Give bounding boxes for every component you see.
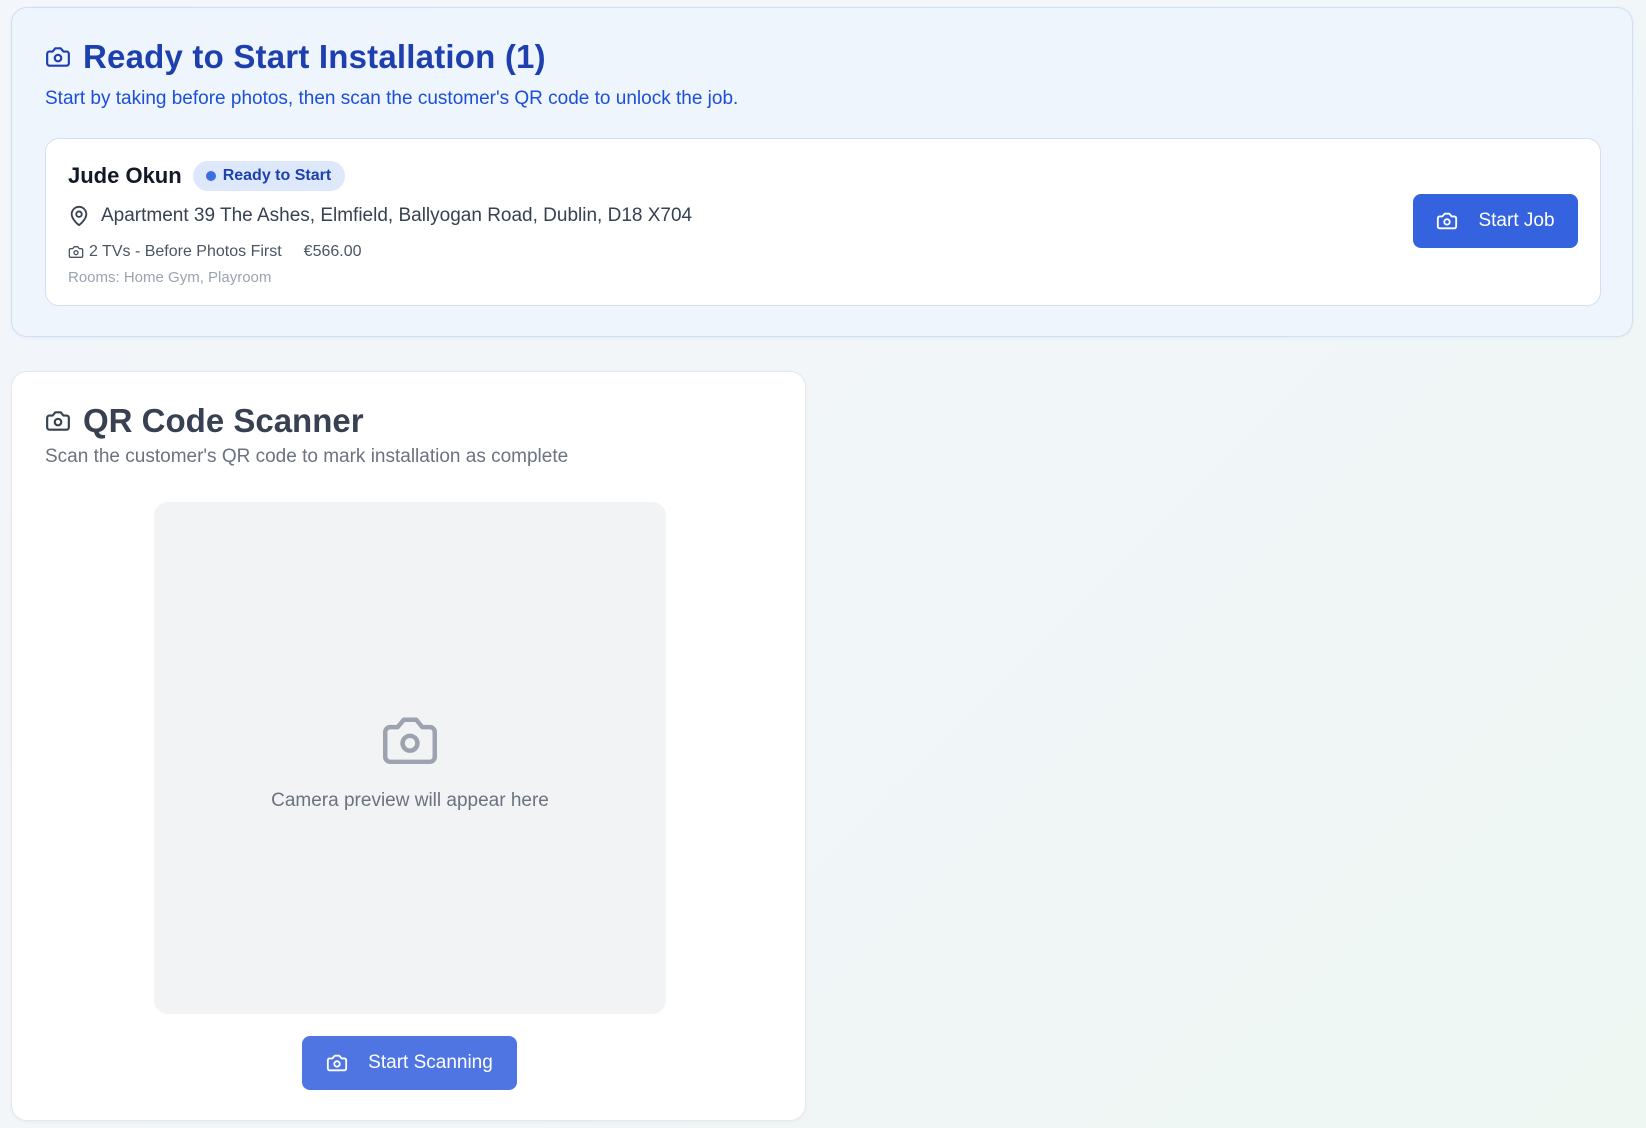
start-scanning-button-label: Start Scanning: [368, 1052, 493, 1073]
camera-icon: [68, 244, 84, 260]
customer-name: Jude Okun: [68, 163, 182, 188]
qr-scanner-card: QR Code Scanner Scan the customer's QR c…: [11, 371, 806, 1121]
start-job-button-label: Start Job: [1478, 210, 1555, 231]
start-job-button[interactable]: Start Job: [1413, 194, 1578, 248]
camera-icon: [45, 44, 71, 70]
camera-placeholder-icon: [380, 716, 440, 768]
job-price: €566.00: [303, 243, 362, 260]
page: Ready to Start Installation (1) Start by…: [0, 0, 1646, 1128]
qr-scanner-title: QR Code Scanner: [83, 402, 364, 439]
camera-icon: [45, 408, 71, 434]
qr-scanner-subtitle: Scan the customer's QR code to mark inst…: [45, 446, 569, 467]
job-address-row: Apartment 39 The Ashes, Elmfield, Ballyo…: [68, 205, 692, 227]
tv-info: 2 TVs - Before Photos First: [89, 243, 282, 260]
camera-icon: [1436, 210, 1458, 232]
job-rooms: Rooms: Home Gym, Playroom: [68, 269, 272, 286]
qr-scanner-header: QR Code Scanner: [45, 402, 364, 440]
status-badge: Ready to Start: [192, 161, 346, 191]
ready-section-subtitle: Start by taking before photos, then scan…: [45, 88, 739, 109]
camera-icon: [326, 1052, 348, 1074]
camera-preview-text: Camera preview will appear here: [271, 790, 549, 811]
ready-to-start-section: Ready to Start Installation (1) Start by…: [11, 7, 1633, 337]
job-card-header: Jude Okun Ready to Start: [68, 161, 346, 191]
camera-preview: Camera preview will appear here: [154, 502, 666, 1014]
job-address: Apartment 39 The Ashes, Elmfield, Ballyo…: [101, 205, 693, 226]
map-pin-icon: [68, 205, 90, 227]
status-badge-label: Ready to Start: [222, 167, 332, 184]
ready-section-title: Ready to Start Installation (1): [83, 38, 546, 75]
job-card: Jude Okun Ready to Start Apartment 39 Th…: [45, 138, 1601, 306]
ready-section-header: Ready to Start Installation (1): [45, 38, 546, 76]
start-scanning-button[interactable]: Start Scanning: [302, 1036, 517, 1090]
status-dot-icon: [205, 171, 216, 181]
job-details-row: 2 TVs - Before Photos First €566.00: [68, 243, 362, 261]
